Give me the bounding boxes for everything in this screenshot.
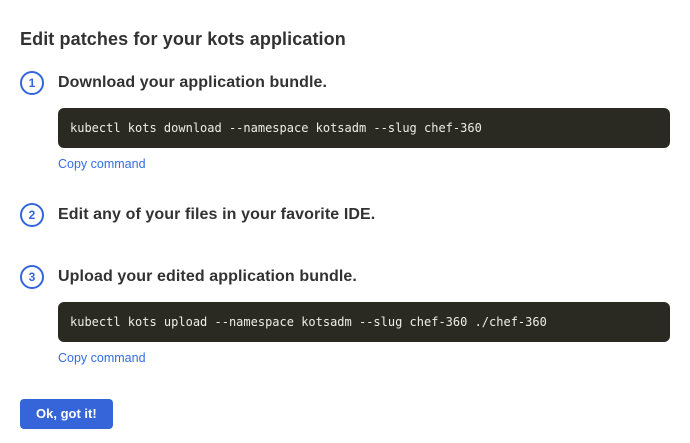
step-2-row: 2 Edit any of your files in your favorit… xyxy=(20,203,670,227)
step-3-row: 3 Upload your edited application bundle. xyxy=(20,265,670,289)
step-1-number: 1 xyxy=(29,77,36,89)
step-1-badge: 1 xyxy=(20,71,44,95)
step-3-badge: 3 xyxy=(20,265,44,289)
page-title: Edit patches for your kots application xyxy=(20,29,670,49)
step-1-row: 1 Download your application bundle. xyxy=(20,71,670,95)
download-command-snippet: kubectl kots download --namespace kotsad… xyxy=(58,108,670,148)
step-1-heading: Download your application bundle. xyxy=(58,74,327,92)
step-2-badge: 2 xyxy=(20,203,44,227)
upload-command-text: kubectl kots upload --namespace kotsadm … xyxy=(70,315,547,329)
step-3-number: 3 xyxy=(29,271,36,283)
edit-patches-panel: Edit patches for your kots application 1… xyxy=(0,0,690,429)
download-command-text: kubectl kots download --namespace kotsad… xyxy=(70,121,482,135)
step-3-heading: Upload your edited application bundle. xyxy=(58,268,357,286)
upload-command-snippet: kubectl kots upload --namespace kotsadm … xyxy=(58,302,670,342)
step-2-number: 2 xyxy=(29,209,36,221)
copy-download-command-link[interactable]: Copy command xyxy=(58,157,146,171)
copy-upload-command-link[interactable]: Copy command xyxy=(58,351,146,365)
step-2-heading: Edit any of your files in your favorite … xyxy=(58,206,375,224)
ok-got-it-button[interactable]: Ok, got it! xyxy=(20,399,113,429)
